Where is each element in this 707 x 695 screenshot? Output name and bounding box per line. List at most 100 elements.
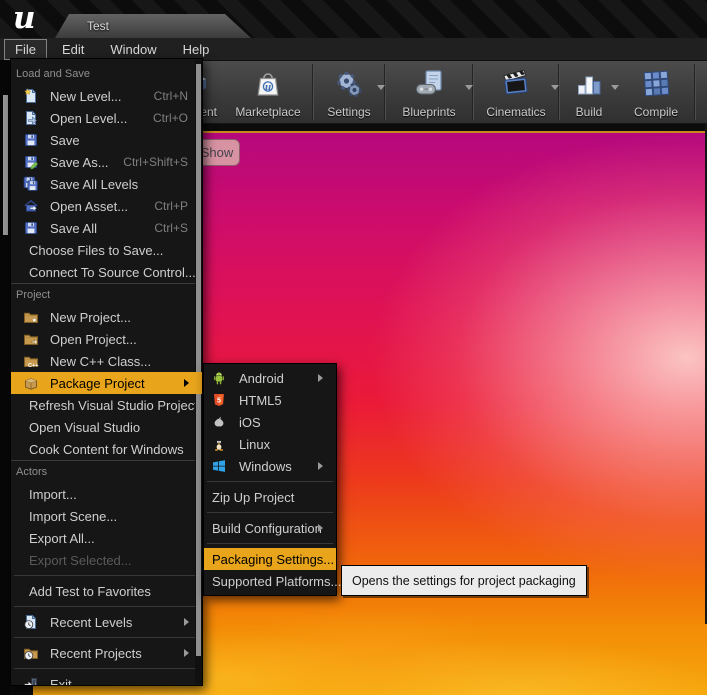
menu-item-add-test-to-favorites[interactable]: Add Test to Favorites [11, 580, 202, 602]
menu-item-open-visual-studio[interactable]: Open Visual Studio [11, 416, 202, 438]
menu-separator [207, 512, 333, 513]
menu-item-recent-levels[interactable]: Recent Levels [11, 611, 202, 633]
marketplace-icon: u [250, 63, 286, 105]
menu-item-package-project[interactable]: Package Project [11, 372, 202, 394]
menu-separator [14, 637, 199, 638]
menu-item-export-all[interactable]: Export All... [11, 527, 202, 549]
menu-item-exit[interactable]: Exit [11, 673, 202, 686]
menu-item-label: Import... [29, 487, 77, 502]
menu-item-label: Recent Levels [50, 615, 132, 630]
toolbar-button-settings[interactable]: Settings [314, 61, 384, 123]
left-panel-edge [0, 60, 10, 695]
left-panel-scrollbar[interactable] [3, 95, 8, 235]
package-project-submenu: Android 5HTML5iOSLinuxWindows Zip Up Proje… [203, 363, 337, 596]
linux-icon [211, 436, 229, 452]
menu-item-shortcut: Ctrl+P [154, 199, 192, 213]
menu-item-new-level[interactable]: New Level...Ctrl+N [11, 85, 202, 107]
toolbar-button-label: Blueprints [402, 105, 455, 120]
toolbar-button-label: Compile [634, 105, 678, 120]
menubar-item-help[interactable]: Help [172, 39, 221, 60]
menu-separator [14, 668, 199, 669]
menu-section-load-and-save: Load and SaveNew Level...Ctrl+NOpen Leve… [11, 63, 202, 283]
page-star-icon [23, 88, 41, 104]
menu-item-build-configuration[interactable]: Build Configuration [204, 517, 336, 539]
menu-section-actors: Actors Import... Import Scene... Export All… [11, 460, 202, 686]
menu-section-header: Load and Save [11, 63, 202, 85]
menu-item-recent-projects[interactable]: Recent Projects [11, 642, 202, 664]
menu-item-label: Android [239, 371, 284, 386]
menu-item-label: Connect To Source Control... [29, 265, 196, 280]
menu-item-label: Refresh Visual Studio Project [29, 398, 198, 413]
menu-item-ios[interactable]: iOS [204, 411, 336, 433]
home-arrow-icon [23, 198, 41, 214]
svg-text:C++: C++ [28, 363, 39, 369]
menu-item-open-project[interactable]: Open Project... [11, 328, 202, 350]
menu-item-windows[interactable]: Windows [204, 455, 336, 477]
menu-item-new-project[interactable]: New Project... [11, 306, 202, 328]
chevron-down-icon[interactable] [377, 85, 385, 94]
menu-item-cook-content-for-windows[interactable]: Cook Content for Windows [11, 438, 202, 460]
menu-item-label: Import Scene... [29, 509, 117, 524]
menu-separator [207, 543, 333, 544]
menubar-item-edit[interactable]: Edit [51, 39, 95, 60]
menu-item-import-scene[interactable]: Import Scene... [11, 505, 202, 527]
svg-text:5: 5 [217, 398, 221, 405]
menu-item-label: Cook Content for Windows [29, 442, 184, 457]
menu-item-label: Export Selected... [29, 553, 132, 568]
level-tab[interactable]: Test [55, 14, 251, 38]
menu-item-packaging-settings[interactable]: Packaging Settings... [204, 548, 336, 570]
menu-item-linux[interactable]: Linux [204, 433, 336, 455]
menu-section-header: Actors [11, 461, 202, 483]
menu-item-label: Packaging Settings... [212, 552, 334, 567]
menu-item-supported-platforms[interactable]: Supported Platforms... [204, 570, 336, 592]
menu-item-save-as[interactable]: Save As...Ctrl+Shift+S [11, 151, 202, 173]
menu-item-label: Supported Platforms... [212, 574, 341, 589]
unreal-logo-icon: u [13, 0, 36, 37]
windows-icon [211, 458, 229, 474]
menu-item-new-c-class[interactable]: C++ New C++ Class... [11, 350, 202, 372]
menu-item-connect-to-source-control[interactable]: Connect To Source Control... [11, 261, 202, 283]
menu-item-android[interactable]: Android [204, 367, 336, 389]
menu-item-save-all-levels[interactable]: Save All Levels [11, 173, 202, 195]
floppy-icon [23, 132, 41, 148]
menu-item-open-level[interactable]: Open Level...Ctrl+O [11, 107, 202, 129]
folder-arrow-icon [23, 331, 41, 347]
chevron-down-icon[interactable] [465, 85, 473, 94]
toolbar-button-blueprints[interactable]: Blueprints [386, 61, 472, 123]
menu-item-open-asset[interactable]: Open Asset... Ctrl+P [11, 195, 202, 217]
folder-cpp-icon: C++ [23, 353, 41, 369]
menu-item-html5[interactable]: 5HTML5 [204, 389, 336, 411]
menu-item-choose-files-to-save[interactable]: Choose Files to Save... [11, 239, 202, 261]
html5-icon: 5 [211, 392, 229, 408]
menu-item-save-all[interactable]: Save AllCtrl+S [11, 217, 202, 239]
apple-icon [211, 414, 229, 430]
menubar-item-window[interactable]: Window [99, 39, 167, 60]
file-menu-scrollbar-thumb[interactable] [196, 64, 201, 656]
menu-item-refresh-visual-studio-project[interactable]: Refresh Visual Studio Project [11, 394, 202, 416]
menu-item-label: Open Level... [50, 111, 127, 126]
toolbar-button-compile[interactable]: Compile [618, 61, 694, 123]
menu-item-save[interactable]: Save [11, 129, 202, 151]
menu-item-label: New C++ Class... [50, 354, 151, 369]
chevron-down-icon[interactable] [551, 85, 559, 94]
menu-item-label: Open Asset... [50, 199, 128, 214]
svg-text:u: u [265, 83, 272, 93]
menu-item-label: Choose Files to Save... [29, 243, 163, 258]
menubar-item-file[interactable]: File [4, 39, 47, 60]
build-icon [571, 63, 607, 105]
menu-item-import[interactable]: Import... [11, 483, 202, 505]
menu-separator [207, 481, 333, 482]
folder-star-icon [23, 309, 41, 325]
toolbar-button-play[interactable]: Play [696, 61, 707, 123]
file-menu: Load and SaveNew Level...Ctrl+NOpen Leve… [10, 58, 203, 686]
page-arrow-icon [23, 110, 41, 126]
toolbar-button-marketplace[interactable]: uMarketplace [224, 61, 312, 123]
menu-item-label: Open Visual Studio [29, 420, 140, 435]
menu-item-export-selected: Export Selected... [11, 549, 202, 571]
floppy-icon [23, 220, 41, 236]
menu-item-zip-up-project[interactable]: Zip Up Project [204, 486, 336, 508]
submenu-arrow-icon [318, 524, 327, 532]
toolbar-button-cinematics[interactable]: Cinematics [474, 61, 558, 123]
toolbar-button-build[interactable]: Build [560, 61, 618, 123]
menu-item-label: Exit [50, 677, 72, 687]
